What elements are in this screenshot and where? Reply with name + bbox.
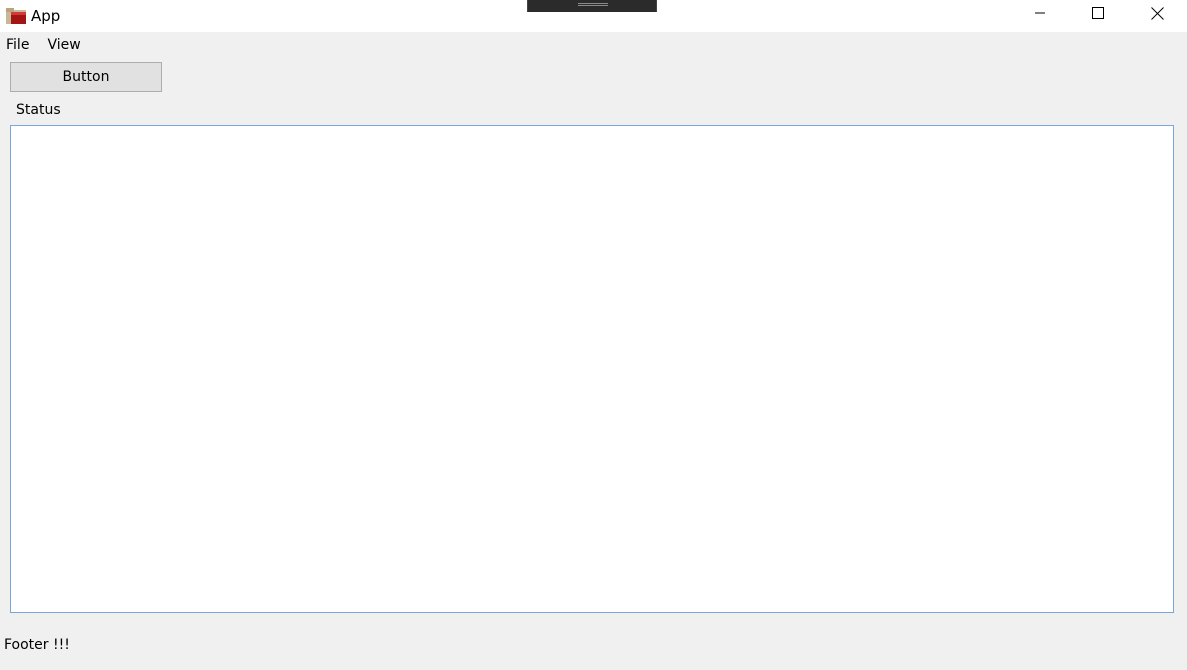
status-textbox[interactable]: [10, 125, 1174, 613]
minimize-icon: [1034, 7, 1046, 23]
footer-text: Footer !!!: [4, 637, 70, 653]
maximize-button[interactable]: [1069, 0, 1127, 30]
grip-icon: [578, 3, 608, 6]
window-title: App: [31, 7, 61, 25]
minimize-button[interactable]: [1011, 0, 1069, 30]
maximize-icon: [1092, 7, 1104, 23]
close-icon: [1150, 6, 1164, 24]
menu-file[interactable]: File: [0, 34, 37, 56]
close-button[interactable]: [1128, 0, 1186, 30]
main-button[interactable]: Button: [10, 62, 162, 92]
folder-app-icon: [6, 8, 26, 24]
status-label: Status: [16, 102, 61, 118]
title-bar[interactable]: App: [0, 0, 1188, 32]
menu-view[interactable]: View: [37, 34, 88, 56]
snap-layout-handle[interactable]: [527, 0, 657, 12]
menu-bar: File View: [0, 34, 1188, 56]
